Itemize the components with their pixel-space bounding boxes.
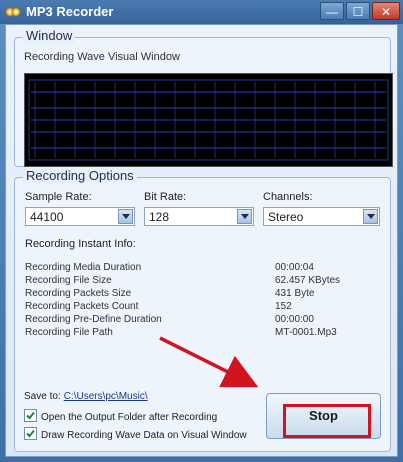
stop-highlight-box [283, 404, 371, 438]
annotation-arrow [159, 336, 259, 388]
app-window: MP3 Recorder — ☐ ✕ Window Recording Wave… [0, 0, 403, 462]
